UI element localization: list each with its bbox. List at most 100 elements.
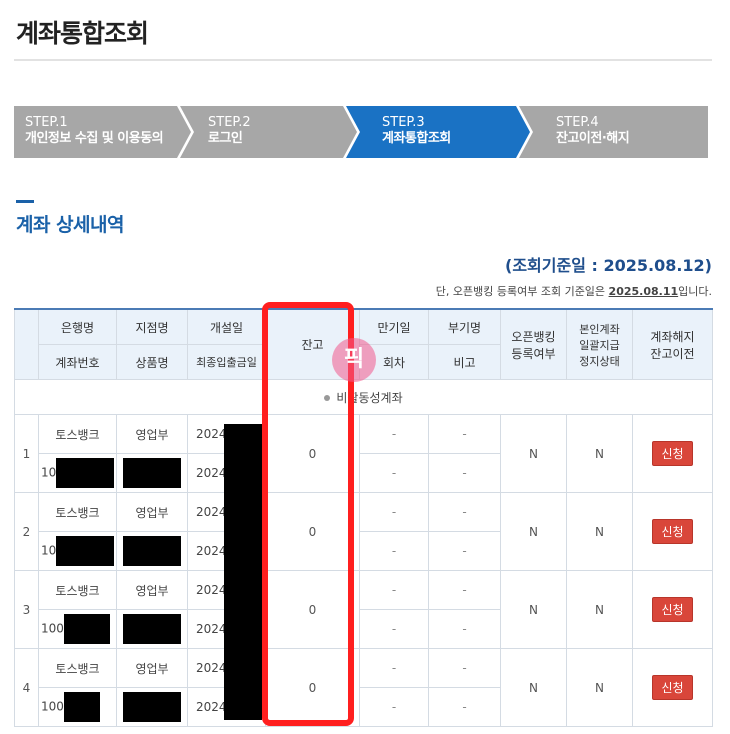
subtitle: - [428,570,501,610]
self-withdraw-status: N [566,570,633,649]
round: - [359,453,429,493]
self-withdraw-status: N [566,648,633,727]
header-product: 상품명 [116,344,188,380]
redaction [56,458,115,488]
row-index: 1 [14,414,39,493]
maturity: - [359,648,429,688]
balance: 0 [265,648,360,727]
product-name [116,531,188,571]
apply-button[interactable]: 신청 [652,597,693,622]
maturity: - [359,492,429,532]
account-number: 10 [38,453,117,493]
action-cell: 신청 [632,492,713,571]
header-self-withdraw: 본인계좌 일괄지급 정지상태 [566,308,633,380]
step-3-label: 계좌통합조회 [382,131,451,146]
step-4-label: 잔고이전·해지 [556,131,630,146]
bank-name: 토스뱅크 [38,570,117,610]
query-note: 단, 오픈뱅킹 등록여부 조회 기준일은 2025.08.11입니다. [436,283,712,299]
row-index: 2 [14,492,39,571]
header-openbank: 오픈뱅킹 등록여부 [500,308,567,380]
step-1-label: 개인정보 수집 및 이용동의 [25,131,164,146]
table-row: 2 토스뱅크 영업부 2024 0 - - N N 신청 [14,492,713,571]
redaction [123,536,181,566]
round: - [359,531,429,571]
header-branch: 지점명 [116,308,188,345]
step-2-shape [180,106,357,158]
page-title: 계좌통합조회 [16,19,149,48]
action-cell: 신청 [632,648,713,727]
section-title: 계좌 상세내역 [16,200,125,237]
step-1: STEP.1 개인정보 수집 및 이용동의 [25,115,164,147]
redaction [63,614,110,644]
step-2-label: 로그인 [208,131,243,146]
redaction [56,536,115,566]
bullet-icon [324,395,331,401]
watermark-stamp: 픽 [332,338,376,382]
step-progress: STEP.1 개인정보 수집 및 이용동의 STEP.2 로그인 STEP.3 … [14,106,708,158]
header-maturity: 만기일 [359,308,429,345]
note-suffix: 입니다. [678,285,712,298]
header-index [14,308,39,380]
header-account-no: 계좌번호 [38,344,117,380]
memo: - [428,687,501,727]
openbank-status: N [500,648,567,727]
redaction-block [224,424,262,720]
product-name [116,609,188,649]
query-date: (조회기준일 : 2025.08.12) [505,256,712,275]
branch-name: 영업부 [116,648,188,688]
title-divider [14,59,712,61]
apply-button[interactable]: 신청 [652,441,693,466]
memo: - [428,453,501,493]
step-4-num: STEP.4 [556,115,599,130]
table-row: 1 토스뱅크 영업부 2024 0 - - N N 신청 [14,414,713,493]
row-index: 3 [14,570,39,649]
apply-button[interactable]: 신청 [652,519,693,544]
round: - [359,609,429,649]
self-withdraw-status: N [566,414,633,493]
redaction [123,458,181,488]
step-3-num: STEP.3 [382,115,425,130]
step-1-num: STEP.1 [25,115,68,130]
header-open-date: 개설일 [187,308,266,345]
redaction [123,692,181,722]
subtitle: - [428,414,501,454]
header-last-txn: 최종입출금일 [187,344,266,380]
subtitle: - [428,648,501,688]
memo: - [428,609,501,649]
openbank-status: N [500,492,567,571]
account-prefix: 10 [41,465,57,480]
group-label: 비활동성계좌 [336,390,403,405]
action-cell: 신청 [632,570,713,649]
openbank-status: N [500,570,567,649]
table-row: 4 토스뱅크 영업부 2024 0 - - N N 신청 [14,648,713,727]
branch-name: 영업부 [116,570,188,610]
action-cell: 신청 [632,414,713,493]
account-number: 100 [38,609,117,649]
step-2-num: STEP.2 [208,115,251,130]
round: - [359,687,429,727]
product-name [116,687,188,727]
note-prefix: 단, 오픈뱅킹 등록여부 조회 기준일은 [435,285,609,298]
balance: 0 [265,414,360,493]
account-number: 100 [38,687,117,727]
row-index: 4 [14,648,39,727]
branch-name: 영업부 [116,492,188,532]
maturity: - [359,570,429,610]
product-name [116,453,188,493]
bank-name: 토스뱅크 [38,648,117,688]
apply-button[interactable]: 신청 [652,675,693,700]
openbank-status: N [500,414,567,493]
redaction [123,614,181,644]
balance: 0 [265,570,360,649]
header-bank: 은행명 [38,308,117,345]
branch-name: 영업부 [116,414,188,454]
subtitle: - [428,492,501,532]
account-prefix: 10 [41,543,57,558]
step-4: STEP.4 잔고이전·해지 [556,115,630,147]
account-prefix: 100 [41,621,64,636]
bank-name: 토스뱅크 [38,492,117,532]
balance: 0 [265,492,360,571]
header-close: 계좌해지 잔고이전 [632,308,713,380]
group-label-row: 비활동성계좌 [14,379,713,415]
memo: - [428,531,501,571]
